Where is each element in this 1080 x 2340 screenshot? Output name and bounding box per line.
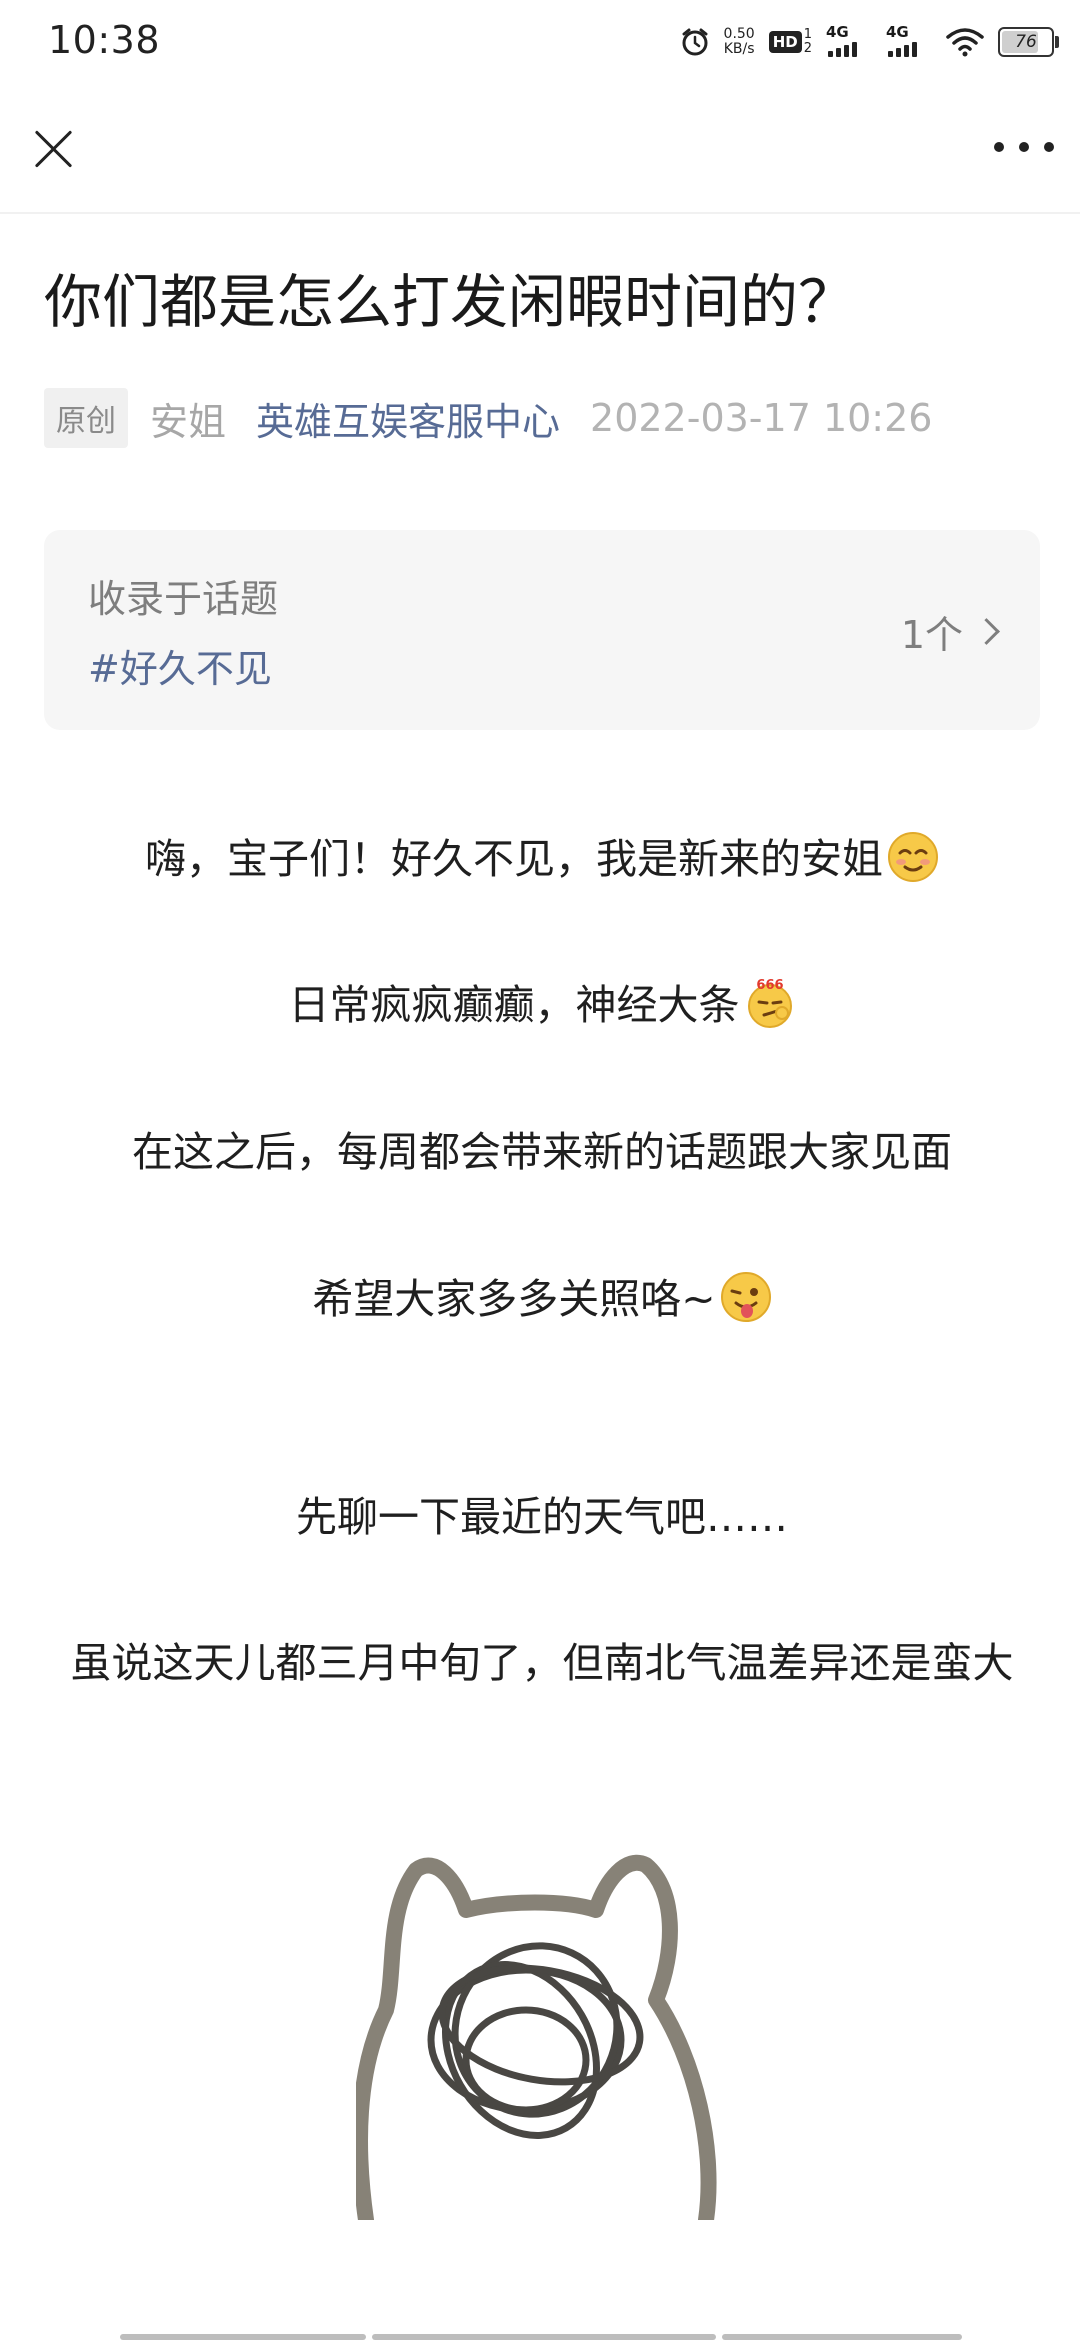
paragraph-text: 在这之后，每周都会带来新的话题跟大家见面 xyxy=(132,1128,952,1176)
status-bar: 10:38 0.50 KB/s HD 1 2 4G 4G 76 xyxy=(0,0,1080,84)
paragraph-text: 先聊一下最近的天气吧…… xyxy=(296,1493,788,1541)
wink-tongue-emoji-icon xyxy=(720,1271,772,1323)
sim-slot-top: 1 xyxy=(803,27,812,42)
666-emoji-icon: 666 xyxy=(744,977,796,1029)
signal-label: 4G xyxy=(826,23,849,41)
status-icons: 0.50 KB/s HD 1 2 4G 4G 76 xyxy=(680,20,1059,64)
status-time: 10:38 xyxy=(48,18,161,62)
account-name-link[interactable]: 英雄互娱客服中心 xyxy=(256,391,560,446)
article-meta: 原创 安姐 英雄互娱客服中心 2022-03-17 10:26 xyxy=(44,388,932,448)
paragraph: 希望大家多多关照咯~ xyxy=(44,1262,1040,1336)
topic-card[interactable]: 收录于话题 #好久不见 1个 xyxy=(44,530,1040,730)
top-nav xyxy=(0,84,1080,214)
wifi-icon xyxy=(946,27,984,57)
signal-icon: 4G xyxy=(826,23,872,57)
article-page: 10:38 0.50 KB/s HD 1 2 4G 4G 76 你们都是怎么打发… xyxy=(0,0,1080,2340)
article-title: 你们都是怎么打发闲暇时间的？ xyxy=(44,268,857,336)
publish-time: 2022-03-17 10:26 xyxy=(590,396,933,440)
chevron-right-icon xyxy=(973,618,1000,645)
paragraph: 先聊一下最近的天气吧…… xyxy=(44,1480,1040,1554)
blush-emoji-icon xyxy=(887,831,939,883)
net-speed-unit: KB/s xyxy=(723,41,755,57)
emoji-badge-text: 666 xyxy=(756,978,783,993)
paragraph-text: 希望大家多多关照咯~ xyxy=(312,1275,716,1323)
battery-level: 76 xyxy=(1015,32,1037,52)
battery-icon: 76 xyxy=(998,27,1059,57)
alarm-icon xyxy=(680,27,710,57)
sticker-image[interactable] xyxy=(352,1850,726,2228)
signal-label: 4G xyxy=(886,23,909,41)
paragraph-text: 虽说这天儿都三月中旬了，但南北气温差异还是蛮大 xyxy=(70,1639,1014,1687)
signal-icon: 4G xyxy=(886,23,932,57)
sim-slot-bottom: 2 xyxy=(803,41,812,56)
hd-label: HD xyxy=(768,31,802,53)
more-icon[interactable] xyxy=(994,132,1054,162)
net-speed-value: 0.50 xyxy=(723,26,755,42)
topic-label: 收录于话题 xyxy=(88,577,279,621)
paragraph: 虽说这天儿都三月中旬了，但南北气温差异还是蛮大 xyxy=(44,1626,1040,1700)
hd-voice-icon: HD 1 2 xyxy=(768,28,812,56)
sim-slots: 1 2 xyxy=(804,28,812,56)
paragraph: 在这之后，每周都会带来新的话题跟大家见面 xyxy=(44,1115,1040,1189)
paragraph-text: 日常疯疯癫癫，神经大条 xyxy=(288,981,740,1029)
paragraph: 嗨，宝子们！好久不见，我是新来的安姐 xyxy=(44,822,1040,896)
paragraph-text: 嗨，宝子们！好久不见，我是新来的安姐 xyxy=(145,835,883,883)
topic-count[interactable]: 1个 xyxy=(900,604,1000,659)
author-name: 安姐 xyxy=(150,399,227,444)
original-tag: 原创 xyxy=(44,388,128,448)
topic-tag[interactable]: #好久不见 xyxy=(88,638,272,693)
close-icon[interactable] xyxy=(30,124,78,172)
image-scroll-indicator xyxy=(120,2334,964,2340)
net-speed: 0.50 KB/s xyxy=(724,27,755,57)
topic-count-text: 1个 xyxy=(900,613,963,657)
paragraph: 日常疯疯癫癫，神经大条 666 xyxy=(44,968,1040,1042)
